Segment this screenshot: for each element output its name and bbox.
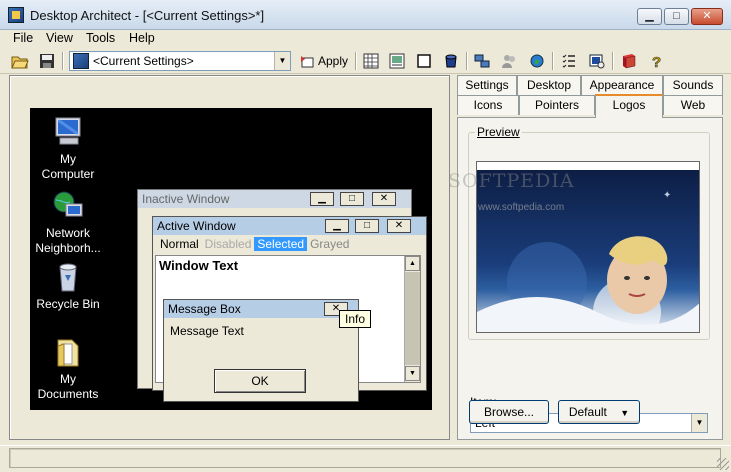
window-view-icon[interactable] bbox=[413, 51, 435, 71]
message-text: Message Text bbox=[170, 324, 244, 338]
grid-view-icon[interactable] bbox=[360, 51, 382, 71]
active-window-title: Active Window bbox=[153, 217, 426, 235]
list-check-icon[interactable] bbox=[558, 51, 580, 71]
settings-combo[interactable]: <Current Settings> ▼ bbox=[69, 51, 291, 71]
tab-appearance[interactable]: Appearance bbox=[581, 75, 663, 95]
resize-grip-icon[interactable] bbox=[717, 458, 729, 470]
tab-logos[interactable]: Logos bbox=[595, 94, 663, 118]
minimize-button[interactable]: ▁ bbox=[637, 8, 662, 25]
status-pane bbox=[9, 448, 721, 468]
help-icon[interactable]: ? bbox=[646, 51, 668, 71]
logo-text: ✦ bbox=[663, 190, 671, 201]
recycle-bin-icon bbox=[52, 261, 84, 293]
minimize-icon: ▁ bbox=[325, 219, 349, 233]
inactive-window-title: Inactive Window bbox=[138, 190, 411, 208]
message-box-sample[interactable]: Message Box ✕ Message Text OK bbox=[163, 299, 359, 402]
apply-label: Apply bbox=[318, 54, 349, 68]
menu-bar: File View Tools Help bbox=[0, 30, 731, 48]
scroll-down-icon[interactable]: ▼ bbox=[405, 366, 420, 381]
minimize-icon: ▁ bbox=[310, 192, 334, 206]
desktop-preview-panel: My Computer Network Neighborh... Recycle… bbox=[9, 75, 450, 440]
menu-tools[interactable]: Tools bbox=[86, 31, 115, 45]
scroll-thumb[interactable] bbox=[405, 272, 420, 365]
book-icon[interactable] bbox=[618, 51, 640, 71]
default-button[interactable]: Default ▼ bbox=[558, 400, 640, 424]
scroll-up-icon[interactable]: ▲ bbox=[405, 256, 420, 271]
maximize-button[interactable]: □ bbox=[664, 8, 689, 25]
app-icon[interactable] bbox=[8, 7, 24, 23]
tab-icons[interactable]: Icons bbox=[457, 95, 519, 115]
settings-combo-value: <Current Settings> bbox=[93, 54, 194, 68]
chevron-down-icon[interactable]: ▼ bbox=[274, 52, 290, 70]
menu-view[interactable]: View bbox=[46, 31, 73, 45]
preview-label: Preview bbox=[475, 125, 522, 139]
close-icon: ✕ bbox=[387, 219, 411, 233]
menu-state-normal[interactable]: Normal bbox=[157, 237, 202, 251]
tab-sounds[interactable]: Sounds bbox=[663, 75, 723, 95]
status-bar bbox=[0, 445, 731, 472]
chevron-down-icon[interactable]: ▼ bbox=[691, 414, 707, 432]
settings-icon bbox=[73, 53, 89, 69]
menu-state-selected[interactable]: Selected bbox=[254, 237, 308, 251]
apply-button[interactable]: Apply bbox=[296, 51, 351, 71]
window-text: Window Text bbox=[159, 258, 239, 273]
settings-tabs-panel: Settings Desktop Appearance Sounds Icons… bbox=[455, 75, 723, 440]
bucket-icon[interactable] bbox=[440, 51, 462, 71]
watermark-brand: SOFTPEDIA bbox=[448, 170, 575, 192]
desktop-icon-label: My Documents bbox=[37, 372, 99, 401]
tab-pointers[interactable]: Pointers bbox=[519, 95, 595, 115]
window-title: Desktop Architect - [<Current Settings>*… bbox=[30, 8, 265, 23]
logos-tab-page: Preview ✦ Item: Left ▼ bbox=[457, 117, 723, 440]
ok-button[interactable]: OK bbox=[214, 369, 306, 393]
tab-desktop[interactable]: Desktop bbox=[517, 75, 581, 95]
stamp-icon[interactable] bbox=[586, 51, 608, 71]
image-view-icon[interactable] bbox=[386, 51, 408, 71]
svg-text:?: ? bbox=[652, 54, 661, 69]
tab-web[interactable]: Web bbox=[663, 95, 723, 115]
title-bar: Desktop Architect - [<Current Settings>*… bbox=[0, 0, 731, 30]
desktop-icon-network[interactable]: Network Neighborh... bbox=[32, 190, 104, 256]
watermark-url: www.softpedia.com bbox=[478, 202, 565, 213]
dropdown-arrow-icon: ▼ bbox=[620, 408, 630, 418]
desktop-icon-label: My Computer bbox=[41, 152, 95, 181]
info-tooltip: Info bbox=[339, 310, 372, 328]
menu-state-grayed[interactable]: Grayed bbox=[307, 237, 352, 251]
network-icon[interactable] bbox=[471, 51, 493, 71]
menu-help[interactable]: Help bbox=[129, 31, 155, 45]
close-icon: ✕ bbox=[372, 192, 396, 206]
my-computer-icon bbox=[52, 116, 84, 148]
browse-button[interactable]: Browse... bbox=[469, 400, 549, 424]
close-button[interactable]: ✕ bbox=[691, 8, 723, 25]
maximize-icon: □ bbox=[355, 219, 379, 233]
default-label: Default bbox=[568, 405, 607, 419]
menu-state-disabled[interactable]: Disabled bbox=[202, 237, 255, 251]
desktop-icon-label: Recycle Bin bbox=[36, 297, 100, 311]
vertical-scrollbar[interactable]: ▲ ▼ bbox=[404, 256, 420, 382]
people-icon[interactable] bbox=[498, 51, 520, 71]
tab-settings[interactable]: Settings bbox=[457, 75, 517, 95]
save-icon[interactable] bbox=[36, 51, 58, 71]
desktop-icon-my-computer[interactable]: My Computer bbox=[32, 116, 104, 182]
toolbar: <Current Settings> ▼ Apply ? bbox=[0, 48, 731, 74]
preview-group: Preview ✦ bbox=[468, 125, 710, 340]
apply-icon bbox=[301, 56, 314, 68]
desktop-icon-label: Network Neighborh... bbox=[35, 226, 101, 255]
menu-states-row: Normal Disabled Selected Grayed bbox=[157, 237, 352, 251]
maximize-icon: □ bbox=[340, 192, 364, 206]
desktop-icon-recycle-bin[interactable]: Recycle Bin bbox=[32, 261, 104, 312]
desktop-icon-my-documents[interactable]: My Documents bbox=[32, 336, 104, 402]
network-icon bbox=[52, 190, 84, 222]
globe-icon[interactable] bbox=[526, 51, 548, 71]
folder-icon bbox=[52, 336, 84, 368]
menu-file[interactable]: File bbox=[13, 31, 33, 45]
open-folder-icon[interactable] bbox=[9, 51, 31, 71]
